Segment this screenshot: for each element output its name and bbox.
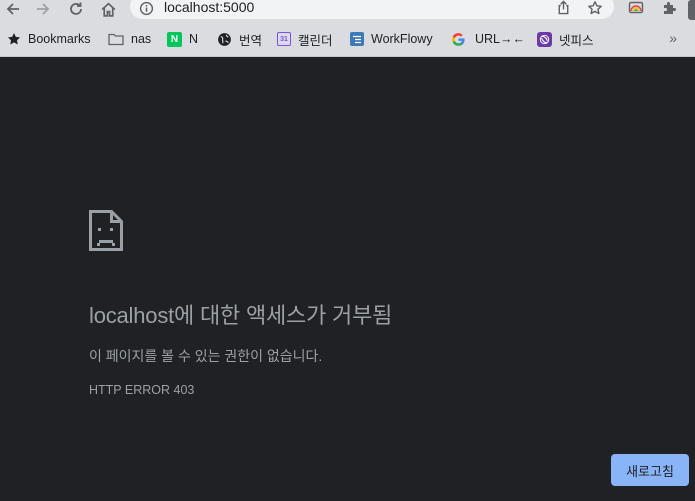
bookmark-url[interactable]: URL→← <box>451 22 525 56</box>
sad-page-icon <box>89 210 123 251</box>
error-message: 이 페이지를 볼 수 있는 권한이 없습니다. <box>89 348 323 364</box>
bookmark-netpis[interactable]: 넷피스 <box>537 22 594 56</box>
bookmark-naver[interactable]: N N <box>167 22 198 56</box>
workflowy-icon <box>350 32 364 46</box>
reload-button[interactable]: 새로고침 <box>611 454 689 486</box>
bookmark-label: N <box>189 32 199 46</box>
arrow-left-icon <box>6 3 19 15</box>
bookmark-label: 캘린더 <box>298 33 333 48</box>
error-code: HTTP ERROR 403 <box>89 383 195 397</box>
browser-toolbar: localhost:5000 <box>0 0 695 22</box>
bookmark-label: Bookmarks <box>28 32 91 46</box>
extensions-puzzle-icon[interactable] <box>661 0 677 16</box>
folder-icon <box>107 32 124 47</box>
bookmark-label: WorkFlowy <box>371 32 433 46</box>
home-button[interactable] <box>97 0 119 18</box>
arrow-right-icon <box>37 3 50 15</box>
bookmark-label: nas <box>131 32 152 46</box>
reload-icon <box>70 2 82 15</box>
globe-icon <box>217 32 232 47</box>
bookmark-label: 번역 <box>239 33 263 48</box>
forward-button[interactable] <box>32 0 54 18</box>
netpis-icon <box>537 31 552 47</box>
profile-avatar[interactable] <box>688 0 695 20</box>
bookmark-workflowy[interactable]: WorkFlowy <box>350 22 433 56</box>
bookmarks-bar: Bookmarks nas N N 번역 31 캘린더 WorkFlowy UR… <box>0 22 695 57</box>
google-icon <box>451 32 466 47</box>
info-icon[interactable] <box>139 1 154 16</box>
url-text[interactable]: localhost:5000 <box>164 0 254 15</box>
address-bar[interactable]: localhost:5000 <box>130 0 614 19</box>
bookmark-label: URL→← <box>475 32 526 46</box>
bookmarks-overflow-button[interactable]: » <box>669 30 677 46</box>
share-icon[interactable] <box>556 0 571 15</box>
home-icon <box>101 2 115 17</box>
bookmark-calendar[interactable]: 31 캘린더 <box>277 22 333 56</box>
extension-app-icon[interactable] <box>628 0 644 16</box>
naver-icon: N <box>167 31 182 47</box>
bookmark-bookmarks[interactable]: Bookmarks <box>6 22 91 56</box>
error-title: localhost에 대한 액세스가 거부됨 <box>89 303 393 328</box>
calendar-icon: 31 <box>277 32 291 46</box>
bookmark-star-icon[interactable] <box>587 0 603 16</box>
bookmark-label: 넷피스 <box>559 33 594 48</box>
reload-toolbar-button[interactable] <box>65 0 87 18</box>
back-button[interactable] <box>2 0 24 18</box>
star-icon <box>6 32 21 47</box>
bookmark-translate[interactable]: 번역 <box>217 22 262 56</box>
bookmark-nas[interactable]: nas <box>107 22 151 56</box>
